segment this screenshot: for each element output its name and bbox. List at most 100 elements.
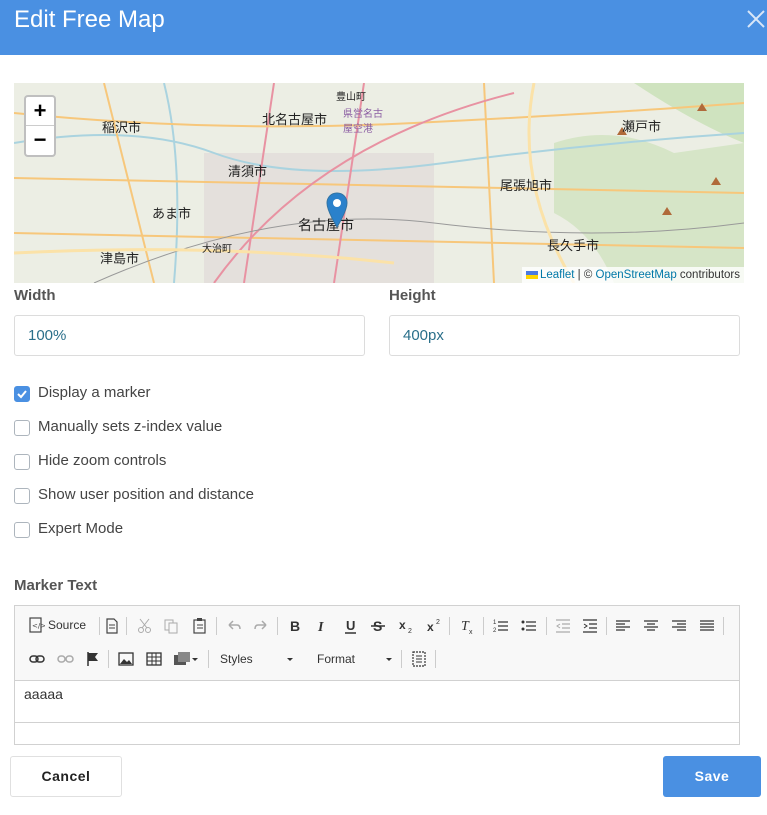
svg-text:x: x [399, 618, 406, 632]
hide-zoom-checkbox[interactable] [14, 454, 30, 470]
chevron-down-icon[interactable] [285, 650, 295, 668]
underline-icon[interactable]: U [342, 617, 360, 635]
map-marker-icon[interactable] [326, 192, 348, 228]
ukraine-flag-icon [525, 270, 538, 279]
new-page-icon[interactable] [103, 617, 121, 635]
svg-text:U: U [346, 618, 355, 633]
user-position-label: Show user position and distance [38, 486, 254, 503]
align-right-icon[interactable] [670, 617, 688, 635]
attribution-separator: | © [574, 269, 596, 281]
toolbar-divider [483, 617, 484, 635]
map-label: 大治町 [202, 244, 232, 255]
svg-text:</>: </> [32, 622, 45, 630]
toolbar-divider [723, 617, 724, 635]
show-blocks-icon[interactable] [410, 650, 428, 668]
map-label: 豊山町 [336, 92, 366, 103]
rich-text-editor: </> Source B I U S x2 x2 Tx 12 Styles Fo… [14, 605, 740, 745]
map-label: 北名古屋市 [262, 113, 328, 128]
z-index-checkbox[interactable] [14, 420, 30, 436]
toolbar-divider [606, 617, 607, 635]
toolbar-divider [108, 650, 109, 668]
width-field[interactable]: 100% [14, 315, 365, 356]
svg-text:2: 2 [493, 628, 497, 634]
italic-icon[interactable]: I [313, 617, 331, 635]
remove-format-icon[interactable]: Tx [458, 617, 476, 635]
width-label: Width [14, 287, 56, 304]
bold-icon[interactable]: B [286, 617, 304, 635]
unlink-icon[interactable] [56, 650, 74, 668]
editor-content[interactable]: aaaaa [24, 686, 63, 702]
hide-zoom-label: Hide zoom controls [38, 452, 167, 469]
dialog-header: Edit Free Map [0, 0, 767, 55]
format-dropdown[interactable]: Format [317, 649, 355, 669]
strikethrough-icon[interactable]: S [369, 617, 387, 635]
zoom-in-button[interactable]: + [26, 97, 54, 126]
expert-mode-label: Expert Mode [38, 520, 124, 537]
toolbar-divider [449, 617, 450, 635]
toolbar-divider [435, 650, 436, 668]
zoom-out-button[interactable]: − [26, 126, 54, 155]
source-icon: </> [29, 617, 45, 633]
close-icon[interactable] [745, 8, 767, 30]
outdent-icon[interactable] [554, 617, 572, 635]
map-label: 県営名古屋空港 [343, 109, 383, 135]
height-field[interactable]: 400px [389, 315, 740, 356]
map-label: あま市 [152, 207, 192, 222]
chevron-down-icon[interactable] [384, 650, 394, 668]
svg-text:x: x [427, 620, 434, 634]
osm-link[interactable]: OpenStreetMap [596, 269, 677, 281]
dialog-title: Edit Free Map [14, 6, 165, 33]
z-index-label: Manually sets z-index value [38, 418, 223, 435]
map-label: 稲沢市 [102, 121, 142, 136]
map-label: 長久手市 [547, 239, 600, 254]
link-icon[interactable] [28, 650, 46, 668]
svg-text:1: 1 [493, 620, 497, 626]
editor-toolbar: </> Source B I U S x2 x2 Tx 12 Styles Fo… [15, 606, 739, 681]
user-position-checkbox[interactable] [14, 488, 30, 504]
align-center-icon[interactable] [642, 617, 660, 635]
svg-text:2: 2 [436, 619, 440, 626]
align-left-icon[interactable] [614, 617, 632, 635]
undo-icon[interactable] [225, 617, 243, 635]
toolbar-divider [277, 617, 278, 635]
toolbar-divider [216, 617, 217, 635]
bullet-list-icon[interactable] [520, 617, 538, 635]
leaflet-link[interactable]: Leaflet [540, 269, 575, 281]
justify-icon[interactable] [698, 617, 716, 635]
svg-text:2: 2 [408, 628, 412, 635]
table-icon[interactable] [145, 650, 163, 668]
map-label: 尾張旭市 [500, 179, 553, 194]
map-attribution: Leaflet | © OpenStreetMap contributors [521, 267, 744, 283]
toolbar-divider [126, 617, 127, 635]
toolbar-divider [546, 617, 547, 635]
svg-text:B: B [290, 618, 300, 634]
chevron-down-icon[interactable] [190, 650, 200, 668]
cancel-button[interactable]: Cancel [10, 756, 122, 797]
toolbar-divider [99, 617, 100, 635]
toolbar-divider [401, 650, 402, 668]
display-marker-label: Display a marker [38, 384, 151, 401]
zoom-controls: + − [24, 95, 56, 157]
styles-dropdown[interactable]: Styles [220, 649, 253, 669]
indent-icon[interactable] [581, 617, 599, 635]
checkmark-icon [17, 390, 27, 399]
embed-media-icon[interactable] [173, 650, 191, 668]
source-button[interactable]: Source [48, 615, 86, 635]
cut-icon[interactable] [136, 617, 154, 635]
expert-mode-checkbox[interactable] [14, 522, 30, 538]
image-icon[interactable] [117, 650, 135, 668]
subscript-icon[interactable]: x2 [397, 617, 415, 635]
paste-icon[interactable] [191, 617, 209, 635]
display-marker-checkbox[interactable] [14, 386, 30, 402]
map-label: 清須市 [228, 165, 268, 180]
superscript-icon[interactable]: x2 [425, 617, 443, 635]
copy-icon[interactable] [162, 617, 180, 635]
height-label: Height [389, 287, 436, 304]
map-preview[interactable]: 稲沢市 北名古屋市 豊山町 県営名古屋空港 瀬戸市 清須市 あま市 尾張旭市 名… [14, 83, 744, 283]
redo-icon[interactable] [252, 617, 270, 635]
anchor-flag-icon[interactable] [84, 650, 102, 668]
numbered-list-icon[interactable]: 12 [492, 617, 510, 635]
save-button[interactable]: Save [663, 756, 761, 797]
marker-text-label: Marker Text [14, 577, 98, 594]
svg-text:x: x [469, 629, 473, 635]
